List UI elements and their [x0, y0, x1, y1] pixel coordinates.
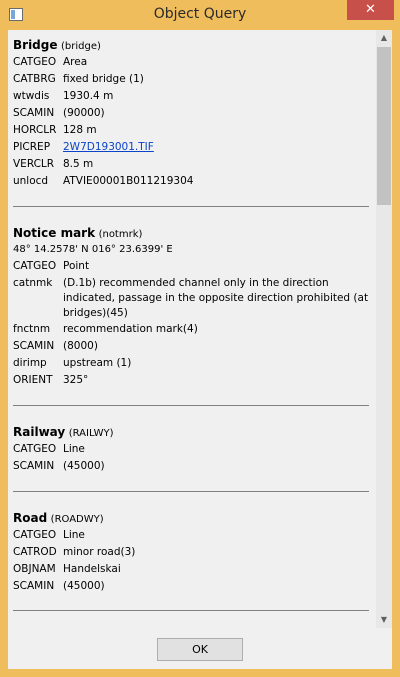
feature-header: Road (ROADWY) — [13, 509, 369, 527]
section-divider — [13, 405, 369, 406]
attribute-value: Line — [63, 443, 85, 455]
section-divider — [13, 491, 369, 492]
close-button[interactable]: ✕ — [347, 0, 394, 20]
feature-header: Bridge (bridge) — [13, 36, 369, 54]
attribute-key: fnctnm — [13, 323, 51, 335]
attribute-row: SCAMIN (45000) — [13, 458, 369, 475]
feature-code: (ROADWY) — [50, 514, 104, 525]
attribute-row: dirimp upstream (1) — [13, 355, 369, 372]
feature-section-bridge: Bridge (bridge) CATGEO Area CATBRG fixed b… — [13, 36, 369, 190]
attribute-row: CATGEO Line — [13, 527, 369, 544]
feature-header: Railway (RAILWY) — [13, 423, 369, 441]
object-query-window: Object Query ✕ Bridge (bridge) CATGEO Are… — [0, 0, 400, 677]
feature-name: Bridge — [13, 38, 58, 52]
section-divider — [13, 206, 369, 207]
attribute-key: OBJNAM — [13, 563, 56, 575]
feature-code: (bridge) — [61, 41, 101, 52]
attribute-value: (90000) — [63, 107, 105, 119]
attribute-key: HORCLR — [13, 124, 57, 136]
attribute-key: catnmk — [13, 277, 53, 289]
attribute-value: Line — [63, 529, 85, 541]
window-title: Object Query — [153, 6, 247, 22]
attribute-key: ORIENT — [13, 374, 53, 386]
attribute-row: CATROD minor road(3) — [13, 544, 369, 561]
attribute-row: CATBRG fixed bridge (1) — [13, 71, 369, 88]
attribute-value: (8000) — [63, 340, 98, 352]
picture-file-link[interactable]: 2W7D193001.TIF — [63, 141, 154, 153]
attribute-row: CATGEO Line — [13, 441, 369, 458]
feature-section-road: Road (ROADWY) CATGEO Line CATROD minor roa… — [13, 509, 369, 595]
attribute-value: (45000) — [63, 460, 105, 472]
attribute-value: 8.5 m — [63, 158, 94, 170]
attribute-value: (45000) — [63, 580, 105, 592]
dialog-footer: OK — [8, 628, 392, 669]
attribute-key: CATGEO — [13, 443, 57, 455]
feature-name: Railway — [13, 425, 66, 439]
attribute-key: CATGEO — [13, 529, 57, 541]
attribute-row: PICREP 2W7D193001.TIF — [13, 139, 369, 156]
title-bar[interactable]: Object Query ✕ — [0, 0, 400, 30]
attribute-value: (D.1b) recommended channel only in the d… — [63, 277, 369, 319]
attribute-value: Point — [63, 260, 90, 272]
attribute-row: ORIENT 325° — [13, 372, 369, 389]
attribute-key: SCAMIN — [13, 107, 55, 119]
feature-code: (notmrk) — [98, 229, 143, 240]
attribute-key: CATBRG — [13, 73, 56, 85]
attribute-row: catnmk (D.1b) recommended channel only in… — [13, 275, 369, 321]
attribute-row: wtwdis 1930.4 m — [13, 88, 369, 105]
scroll-up-arrow-icon[interactable]: ▲ — [376, 30, 392, 46]
attribute-key: dirimp — [13, 357, 47, 369]
attribute-value: 1930.4 m — [63, 90, 114, 102]
feature-code: (RAILWY) — [68, 428, 114, 439]
attribute-key: unlocd — [13, 175, 49, 187]
feature-header: Notice mark (notmrk) — [13, 224, 369, 242]
client-area: Bridge (bridge) CATGEO Area CATBRG fixed b… — [8, 30, 392, 669]
section-divider — [13, 610, 369, 611]
attribute-key: SCAMIN — [13, 460, 55, 472]
attribute-row: SCAMIN (8000) — [13, 338, 369, 355]
attribute-value: 325° — [63, 374, 89, 386]
attribute-value: ATVIE00001B011219304 — [63, 175, 194, 187]
attribute-row: SCAMIN (45000) — [13, 578, 369, 595]
attribute-row: CATGEO Area — [13, 54, 369, 71]
attribute-key: PICREP — [13, 141, 51, 153]
attribute-value: Handelskai — [63, 563, 121, 575]
attribute-key: CATROD — [13, 546, 57, 558]
position-coordinates: 48° 14.2578' N 016° 23.6399' E — [13, 244, 173, 255]
feature-name: Road — [13, 511, 48, 525]
ok-button[interactable]: OK — [157, 638, 243, 661]
vertical-scrollbar[interactable]: ▲ ▼ — [376, 30, 392, 628]
attribute-row: HORCLR 128 m — [13, 122, 369, 139]
attribute-value: Area — [63, 56, 88, 68]
feature-name: Notice mark — [13, 226, 96, 240]
feature-section-notice-mark: Notice mark (notmrk) 48° 14.2578' N 016°… — [13, 224, 369, 389]
attribute-value: fixed bridge (1) — [63, 73, 144, 85]
attribute-key: CATGEO — [13, 56, 57, 68]
query-results-panel: Bridge (bridge) CATGEO Area CATBRG fixed b… — [8, 30, 376, 628]
attribute-row: CATGEO Point — [13, 258, 369, 275]
attribute-value: upstream (1) — [63, 357, 132, 369]
feature-section-railway: Railway (RAILWY) CATGEO Line SCAMIN (45000… — [13, 423, 369, 475]
scroll-down-arrow-icon[interactable]: ▼ — [376, 612, 392, 628]
attribute-row: OBJNAM Handelskai — [13, 561, 369, 578]
scroll-thumb[interactable] — [377, 47, 391, 205]
attribute-value: 128 m — [63, 124, 97, 136]
attribute-key: VERCLR — [13, 158, 55, 170]
attribute-row: SCAMIN (90000) — [13, 105, 369, 122]
attribute-row: VERCLR 8.5 m — [13, 156, 369, 173]
attribute-row: fnctnm recommendation mark(4) — [13, 321, 369, 338]
attribute-row: unlocd ATVIE00001B011219304 — [13, 173, 369, 190]
attribute-key: SCAMIN — [13, 580, 55, 592]
attribute-key: SCAMIN — [13, 340, 55, 352]
attribute-value: minor road(3) — [63, 546, 136, 558]
attribute-value: recommendation mark(4) — [63, 323, 198, 335]
attribute-key: wtwdis — [13, 90, 50, 102]
attribute-key: CATGEO — [13, 260, 57, 272]
